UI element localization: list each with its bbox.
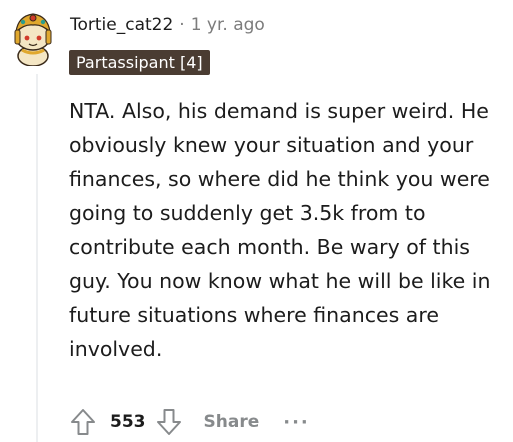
snoo-avatar-icon bbox=[14, 13, 52, 67]
vote-score: 553 bbox=[110, 412, 146, 432]
share-button[interactable]: Share bbox=[204, 412, 260, 432]
more-options-button[interactable]: ··· bbox=[283, 412, 310, 433]
user-avatar[interactable] bbox=[6, 6, 60, 67]
thread-line[interactable] bbox=[36, 74, 38, 442]
upvote-arrow-icon bbox=[71, 409, 95, 435]
separator-dot: · bbox=[179, 15, 185, 35]
comment-body: NTA. Also, his demand is super weird. He… bbox=[69, 99, 491, 361]
upvote-button[interactable] bbox=[66, 405, 100, 439]
comment-header: Tortie_cat22 · 1 yr. ago bbox=[70, 13, 265, 37]
user-flair-badge: Partassipant [4] bbox=[69, 50, 210, 75]
downvote-arrow-icon bbox=[156, 409, 181, 435]
username-link[interactable]: Tortie_cat22 bbox=[70, 15, 173, 35]
timestamp-link[interactable]: 1 yr. ago bbox=[191, 15, 265, 35]
comment-action-bar: 553 Share ··· bbox=[66, 404, 310, 440]
downvote-button[interactable] bbox=[152, 405, 186, 439]
